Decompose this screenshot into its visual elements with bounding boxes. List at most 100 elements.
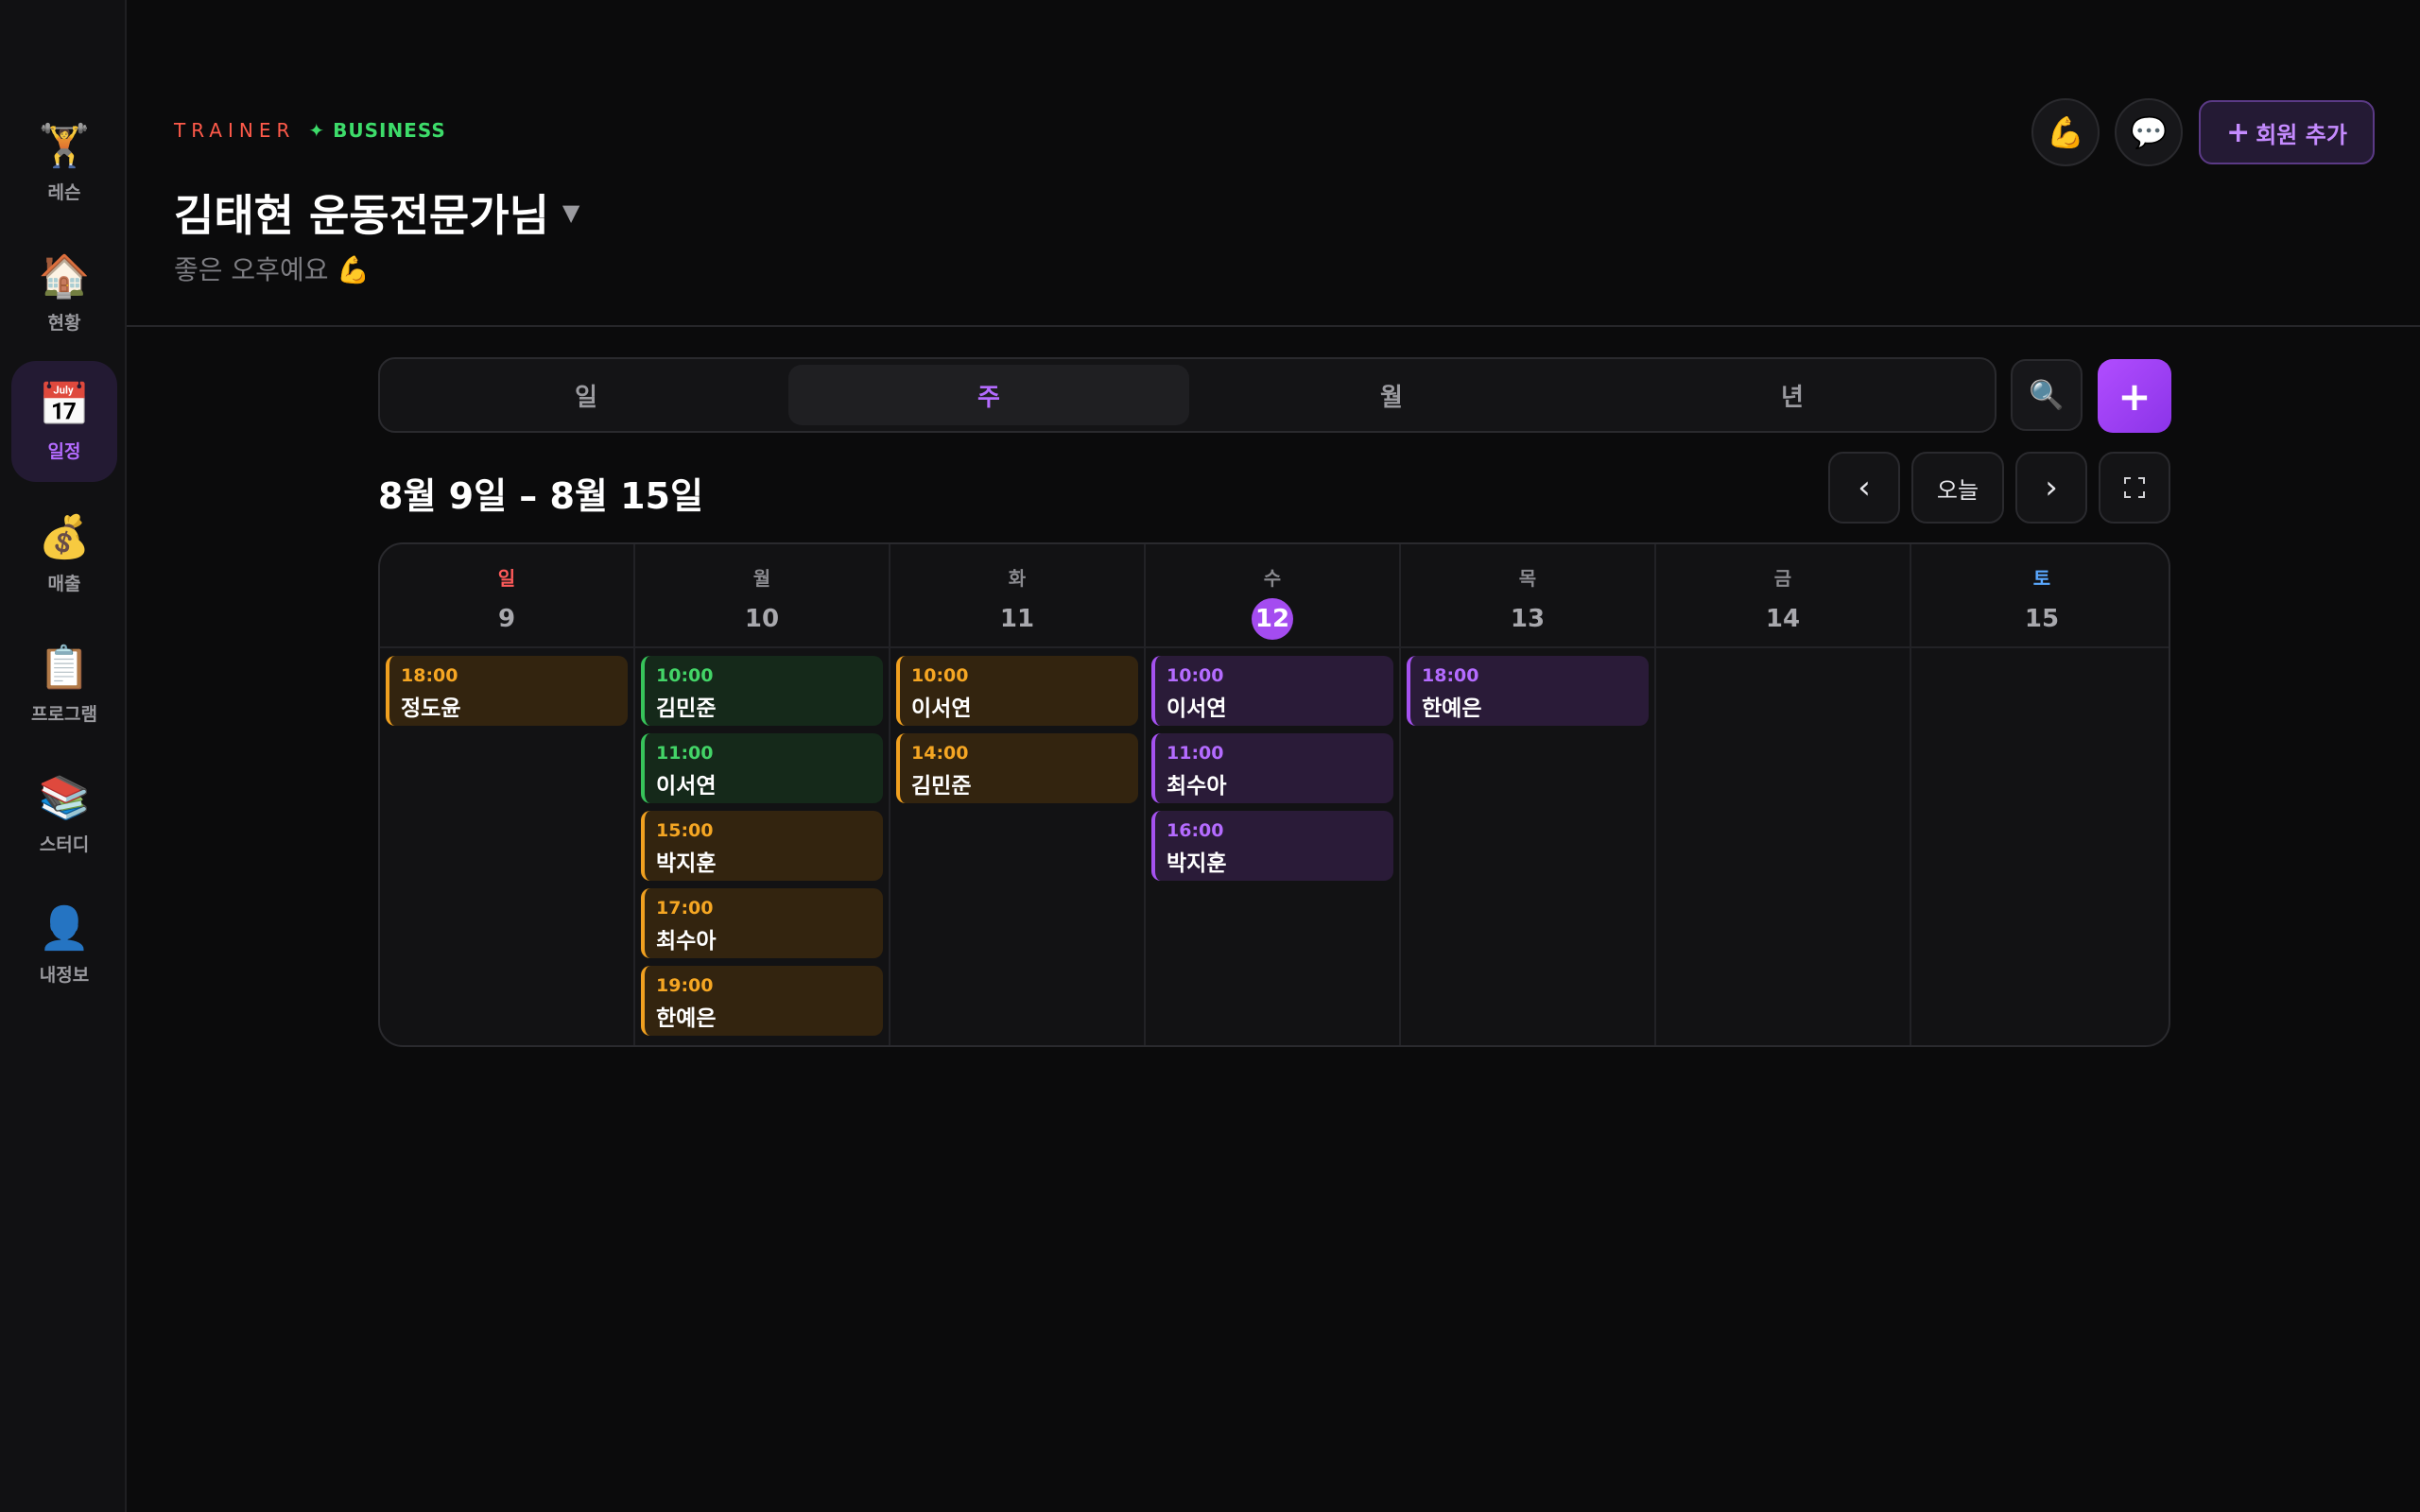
chevron-right-icon: › [2045, 469, 2058, 507]
event-card[interactable]: 18:00 한예은 [1407, 656, 1649, 726]
sidebar-item-label: 일정 [47, 440, 81, 462]
prev-week-button[interactable]: ‹ [1828, 452, 1900, 524]
tab-year[interactable]: 년 [1592, 365, 1993, 425]
sidebar-item-profile[interactable]: 👤 내정보 [11, 885, 117, 1005]
sidebar-item-label: 레슨 [47, 181, 81, 203]
event-card[interactable]: 10:00 김민준 [641, 656, 883, 726]
sidebar-item-sales[interactable]: 💰 매출 [11, 493, 117, 614]
search-icon: 🔍 [2029, 378, 2065, 412]
event-member: 한예은 [656, 1006, 717, 1031]
day-header: 일 9 [380, 544, 633, 648]
day-column: 토 15 [1911, 544, 2169, 1045]
sidebar-item-program[interactable]: 📋 프로그램 [11, 624, 117, 745]
chat-icon: 💬 [2130, 114, 2168, 150]
event-member: 이서연 [1167, 696, 1227, 721]
event-card[interactable]: 11:00 이서연 [641, 733, 883, 803]
event-time: 19:00 [656, 975, 714, 996]
day-number[interactable]: 15 [2021, 598, 2063, 640]
weekday-label: 수 [1263, 567, 1282, 590]
add-member-button[interactable]: + 회원 추가 [2199, 100, 2375, 164]
event-time: 10:00 [1167, 665, 1224, 686]
sidebar-item-status[interactable]: 🏠 현황 [11, 232, 117, 353]
weekday-label: 월 [752, 567, 771, 590]
day-header: 월 10 [635, 544, 889, 648]
plus-icon: + [2226, 115, 2251, 149]
event-member: 최수아 [656, 929, 717, 954]
sidebar-item-schedule[interactable]: 📅 일정 [11, 361, 117, 482]
event-card[interactable]: 18:00 정도윤 [386, 656, 628, 726]
money-bag-icon: 💰 [38, 512, 91, 561]
sidebar-item-label: 매출 [47, 573, 81, 594]
add-member-label: 회원 추가 [2256, 121, 2347, 148]
sidebar-item-label: 스터디 [39, 833, 90, 855]
sidebar-item-lesson[interactable]: 🏋️ 레슨 [11, 102, 117, 223]
event-card[interactable]: 11:00 최수아 [1151, 733, 1393, 803]
header-divider [127, 325, 2420, 327]
weekday-label: 토 [2032, 567, 2051, 590]
day-header: 토 15 [1911, 544, 2169, 648]
weekday-label: 금 [1773, 567, 1792, 590]
event-card[interactable]: 10:00 이서연 [1151, 656, 1393, 726]
day-header: 목 13 [1401, 544, 1654, 648]
home-icon: 🏠 [38, 251, 91, 301]
day-number[interactable]: 10 [741, 598, 783, 640]
event-member: 최수아 [1167, 774, 1227, 799]
event-time: 17:00 [656, 898, 714, 919]
next-week-button[interactable]: › [2015, 452, 2087, 524]
weekday-label: 목 [1518, 567, 1537, 590]
event-time: 16:00 [1167, 820, 1224, 841]
tab-month[interactable]: 월 [1191, 365, 1592, 425]
event-member: 이서연 [911, 696, 972, 721]
event-card[interactable]: 16:00 박지훈 [1151, 811, 1393, 881]
event-card[interactable]: 10:00 이서연 [896, 656, 1138, 726]
day-header: 수 12 [1146, 544, 1399, 648]
weekday-label: 일 [497, 567, 516, 590]
sidebar-item-label: 프로그램 [31, 703, 97, 725]
event-card[interactable]: 17:00 최수아 [641, 888, 883, 958]
sidebar-item-label: 현황 [47, 312, 81, 334]
event-member: 한예은 [1422, 696, 1482, 721]
day-column: 화 11 10:00 이서연 14:00 김민준 [890, 544, 1146, 1045]
event-card[interactable]: 19:00 한예은 [641, 966, 883, 1036]
event-member: 정도윤 [401, 696, 461, 721]
muscle-button[interactable]: 💪 [2031, 98, 2100, 166]
day-number[interactable]: 14 [1762, 598, 1804, 640]
chevron-left-icon: ‹ [1858, 469, 1871, 507]
expand-button[interactable] [2099, 452, 2170, 524]
muscle-icon: 💪 [2047, 114, 2084, 150]
tab-week[interactable]: 주 [788, 365, 1189, 425]
user-icon: 👤 [38, 903, 91, 953]
date-range-title: 8월 9일 – 8월 15일 [378, 475, 703, 517]
calendar-icon: 📅 [38, 380, 91, 429]
event-time: 18:00 [401, 665, 458, 686]
tab-day[interactable]: 일 [386, 365, 786, 425]
event-member: 이서연 [656, 774, 717, 799]
today-button[interactable]: 오늘 [1911, 452, 2004, 524]
event-card[interactable]: 15:00 박지훈 [641, 811, 883, 881]
brand-logo: TRAINER ✦ BUSINESS [174, 119, 446, 142]
day-number[interactable]: 11 [996, 598, 1038, 640]
trainer-selector[interactable]: 김태현 운동전문가님 ▼ [174, 181, 579, 244]
sidebar-item-study[interactable]: 📚 스터디 [11, 754, 117, 875]
day-number[interactable]: 13 [1507, 598, 1548, 640]
event-member: 김민준 [656, 696, 717, 721]
day-number[interactable]: 9 [486, 598, 527, 640]
event-time: 10:00 [656, 665, 714, 686]
event-member: 박지훈 [656, 851, 717, 876]
weekday-label: 화 [1008, 567, 1027, 590]
event-member: 김민준 [911, 774, 972, 799]
event-time: 14:00 [911, 743, 969, 764]
day-column: 금 14 [1656, 544, 1911, 1045]
day-column: 목 13 18:00 한예은 [1401, 544, 1656, 1045]
week-calendar: 일 9 18:00 정도윤 월 10 10:00 김민준 11:00 이서연 1… [378, 542, 2170, 1047]
expand-icon [2124, 477, 2145, 498]
search-button[interactable]: 🔍 [2011, 359, 2083, 431]
event-time: 11:00 [656, 743, 714, 764]
event-card[interactable]: 14:00 김민준 [896, 733, 1138, 803]
chat-button[interactable]: 💬 [2115, 98, 2183, 166]
today-badge[interactable]: 12 [1252, 598, 1293, 640]
event-time: 11:00 [1167, 743, 1224, 764]
add-schedule-button[interactable]: + [2098, 359, 2171, 433]
event-time: 18:00 [1422, 665, 1479, 686]
day-column: 수 12 10:00 이서연 11:00 최수아 16:00 박지훈 [1146, 544, 1401, 1045]
